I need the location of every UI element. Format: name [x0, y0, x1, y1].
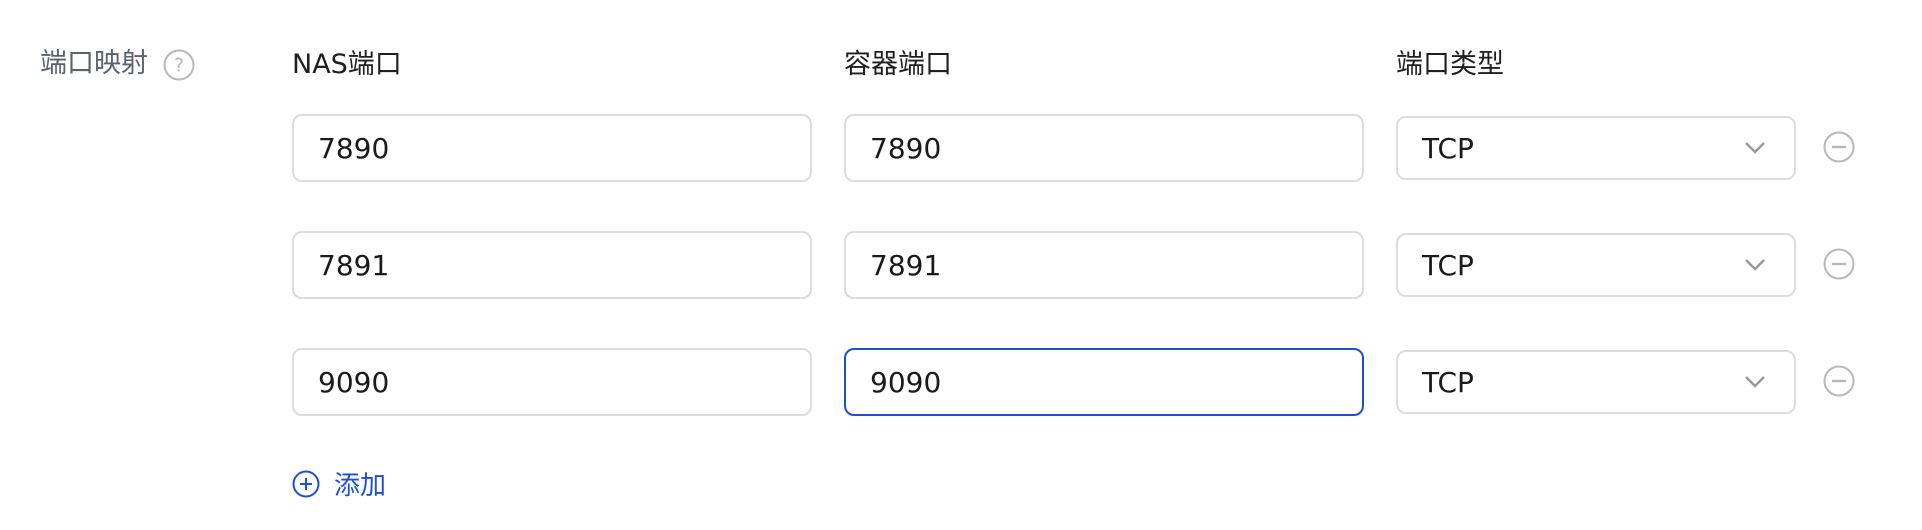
minus-circle-icon[interactable] [1823, 365, 1855, 397]
port-type-select[interactable]: TCP [1396, 233, 1796, 297]
container-port-header: 容器端口 [844, 49, 952, 80]
nas-port-input[interactable]: 9090 [292, 348, 812, 416]
nas-port-input[interactable]: 7890 [292, 114, 812, 182]
nas-port-input[interactable]: 7891 [292, 231, 812, 299]
chevron-down-icon [1745, 259, 1765, 271]
container-port-input[interactable]: 9090 [844, 348, 1364, 416]
port-type-select[interactable]: TCP [1396, 350, 1796, 414]
question-circle-icon[interactable]: ? [163, 49, 195, 81]
port-type-value: TCP [1422, 248, 1474, 282]
chevron-down-icon [1745, 142, 1765, 154]
port-type-value: TCP [1422, 131, 1474, 165]
port-type-header: 端口类型 [1396, 49, 1504, 80]
container-port-input[interactable]: 7891 [844, 231, 1364, 299]
svg-text:?: ? [174, 55, 184, 77]
add-label: 添加 [334, 471, 387, 501]
plus-circle-icon [292, 470, 320, 497]
nas-port-header: NAS端口 [292, 49, 402, 80]
port-mapping-label: 端口映射 [40, 48, 148, 79]
container-port-input[interactable]: 7890 [844, 114, 1364, 182]
add-button[interactable]: 添加 [292, 465, 386, 502]
chevron-down-icon [1745, 376, 1765, 388]
port-type-select[interactable]: TCP [1396, 116, 1796, 180]
minus-circle-icon[interactable] [1823, 131, 1855, 163]
minus-circle-icon[interactable] [1823, 248, 1855, 280]
port-type-value: TCP [1422, 365, 1474, 399]
